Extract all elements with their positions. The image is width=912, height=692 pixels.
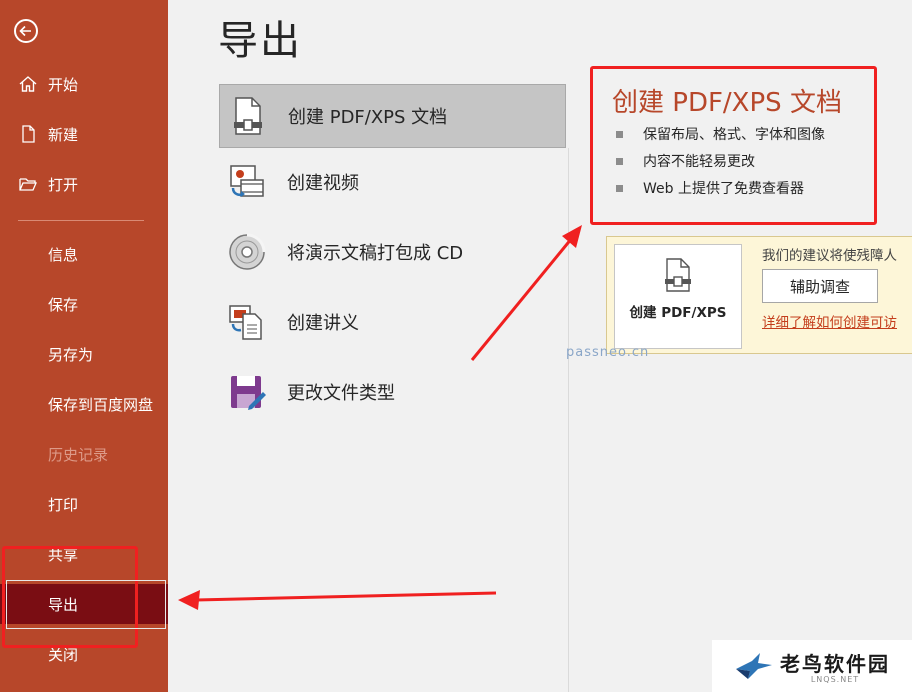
accessibility-suggestion: 我们的建议将使残障人 <box>762 248 897 264</box>
option-label: 将演示文稿打包成 CD <box>287 243 464 264</box>
sidebar-item-new[interactable]: 新建 <box>0 114 168 154</box>
sidebar-item-open[interactable]: 打开 <box>0 164 168 204</box>
sidebar-item-label: 打开 <box>48 175 79 194</box>
option-label: 更改文件类型 <box>287 383 395 404</box>
sidebar-item-label: 打印 <box>48 495 79 514</box>
learn-more-link[interactable]: 详细了解如何创建可访 <box>762 311 897 331</box>
option-create-video[interactable]: 创建视频 <box>219 150 566 214</box>
pane-divider <box>568 148 569 692</box>
bird-logo-icon <box>736 653 772 679</box>
option-label: 创建 PDF/XPS 文档 <box>288 107 448 128</box>
sidebar-item-label: 开始 <box>48 75 79 94</box>
watermark: passneo.cn <box>566 345 650 360</box>
sidebar-divider <box>18 220 144 221</box>
sidebar-item-home[interactable]: 开始 <box>0 64 168 104</box>
create-pdf-xps-label: 创建 PDF/XPS <box>629 305 727 321</box>
folder-open-icon <box>18 174 38 194</box>
back-button[interactable] <box>14 19 38 43</box>
accessibility-survey-button[interactable]: 辅助调查 <box>762 269 878 303</box>
logo-name: 老鸟软件园 <box>780 652 890 676</box>
sidebar-item-print[interactable]: 打印 <box>0 484 168 524</box>
pdf-document-icon <box>228 96 268 136</box>
sidebar-item-label: 保存 <box>48 295 79 314</box>
video-icon <box>227 162 267 202</box>
sidebar-item-label: 另存为 <box>48 345 94 364</box>
handout-icon <box>227 302 267 342</box>
sidebar-item-label: 历史记录 <box>48 445 109 464</box>
sidebar-item-save-to-baidu[interactable]: 保存到百度网盘 <box>0 384 168 424</box>
option-label: 创建讲义 <box>287 313 359 334</box>
sidebar-item-label: 新建 <box>48 125 79 144</box>
sidebar-item-label: 信息 <box>48 245 79 264</box>
home-icon <box>18 74 38 94</box>
option-create-pdf-xps[interactable]: 创建 PDF/XPS 文档 <box>219 84 566 148</box>
file-type-icon <box>227 372 267 412</box>
option-create-handouts[interactable]: 创建讲义 <box>219 290 566 354</box>
selected-item-outline <box>6 580 166 629</box>
cd-icon <box>227 232 267 272</box>
sidebar-item-info[interactable]: 信息 <box>0 234 168 274</box>
page-title: 导出 <box>218 18 302 64</box>
pdf-document-icon <box>665 258 691 292</box>
sidebar-item-label: 保存到百度网盘 <box>48 395 154 414</box>
annotation-box-detail <box>590 66 877 225</box>
sidebar-item-save-as[interactable]: 另存为 <box>0 334 168 374</box>
site-logo: 老鸟软件园 LNQS.NET <box>712 640 912 692</box>
logo-subtitle: LNQS.NET <box>810 675 860 684</box>
option-change-file-type[interactable]: 更改文件类型 <box>219 360 566 424</box>
option-label: 创建视频 <box>287 173 359 194</box>
create-pdf-xps-button[interactable]: 创建 PDF/XPS <box>614 244 742 349</box>
option-package-cd[interactable]: 将演示文稿打包成 CD <box>219 220 566 284</box>
back-arrow-icon <box>19 25 31 37</box>
sidebar-item-save[interactable]: 保存 <box>0 284 168 324</box>
sidebar-item-history: 历史记录 <box>0 434 168 474</box>
new-document-icon <box>18 124 38 144</box>
